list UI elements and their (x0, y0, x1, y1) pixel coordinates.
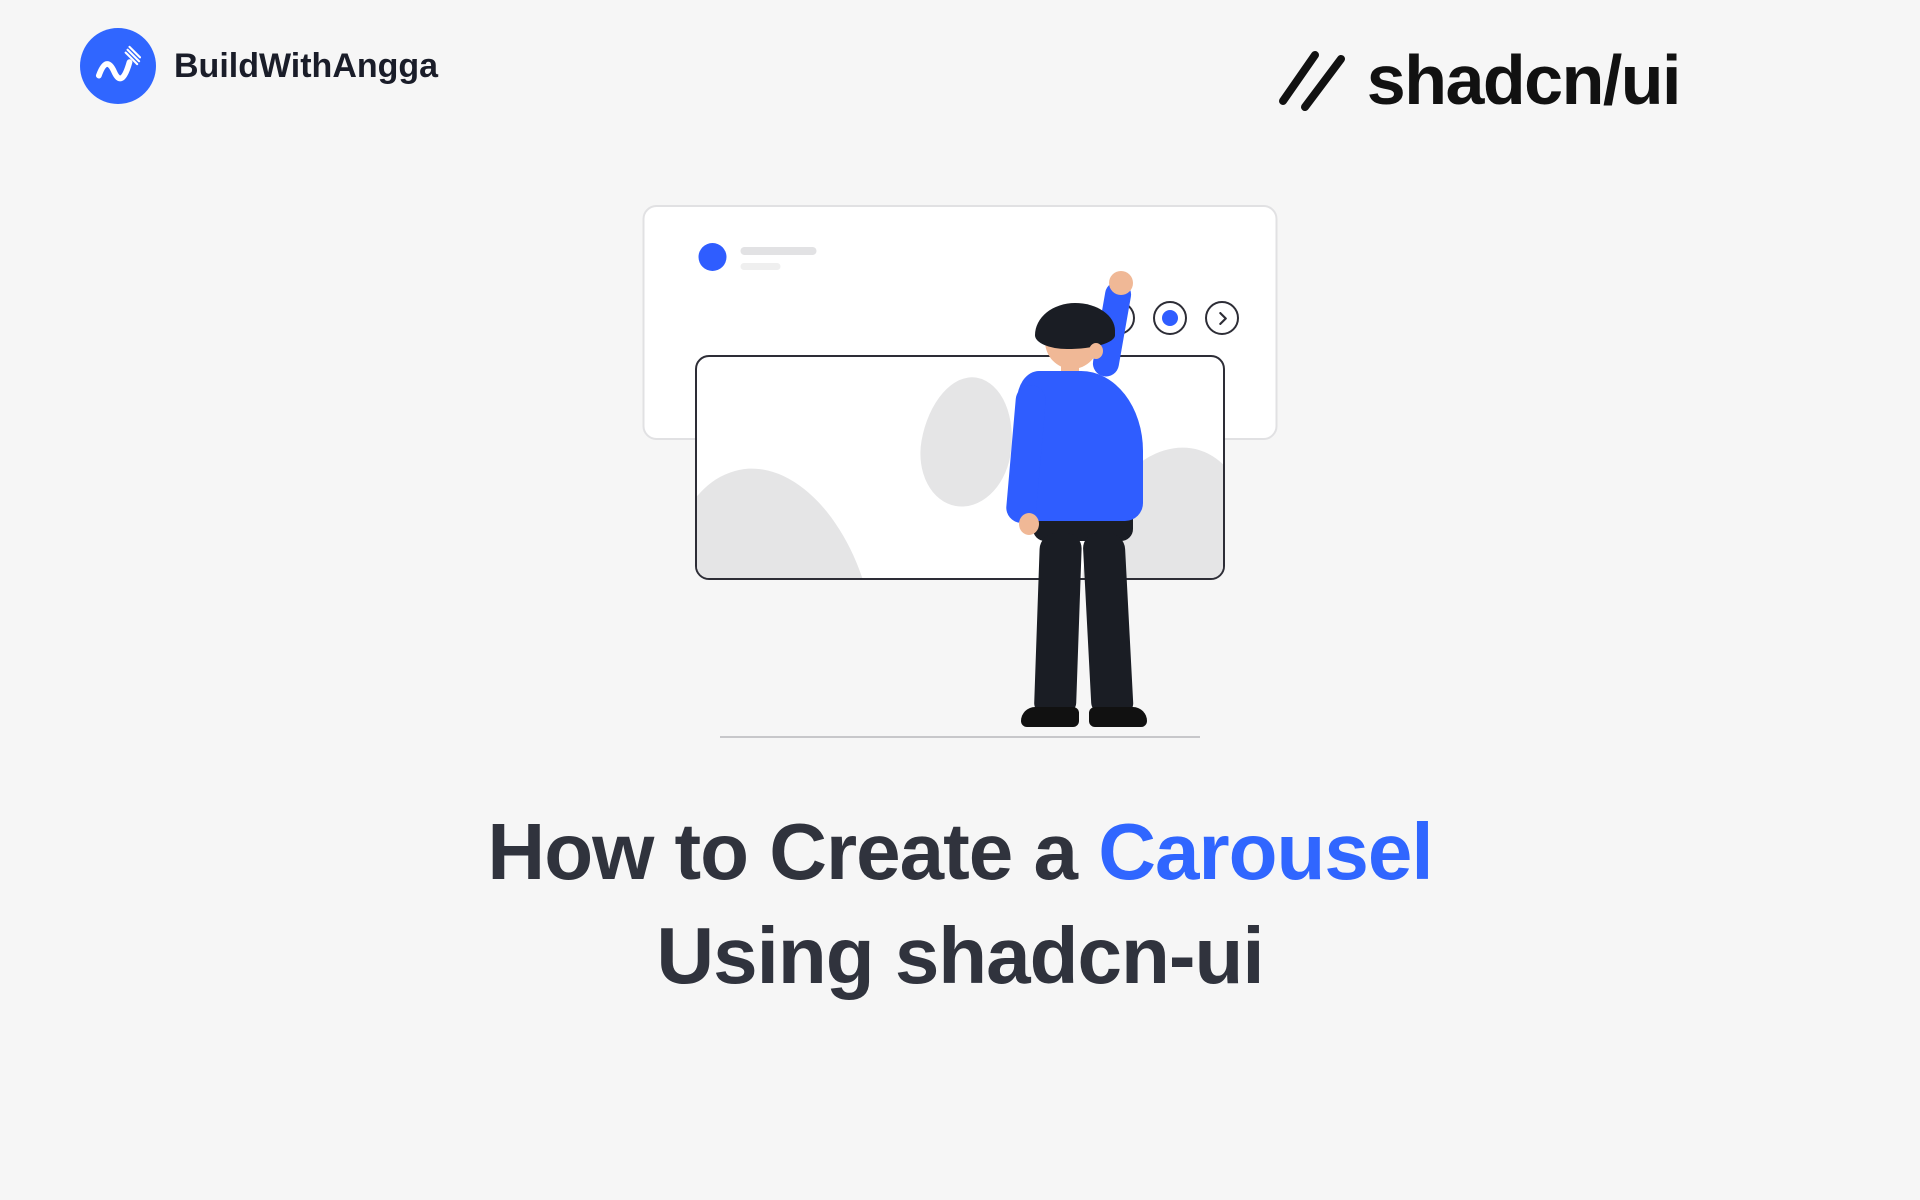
buildwithangga-wordmark: BuildWithAngga (174, 47, 438, 86)
buildwithangga-logo: BuildWithAngga (80, 28, 438, 104)
decorative-blob-icon (695, 449, 893, 580)
title-part1: How to Create a (487, 807, 1098, 896)
placeholder-line (741, 247, 817, 255)
shadcn-mark-icon (1269, 49, 1347, 111)
carousel-next-button[interactable] (1205, 301, 1239, 335)
title-part2: Using shadcn-ui (656, 911, 1263, 1000)
carousel-illustration (635, 205, 1285, 745)
title-accent: Carousel (1098, 807, 1432, 896)
person-illustration-icon (1015, 273, 1195, 733)
shadcn-ui-logo: shadcn/ui (1269, 40, 1680, 120)
buildwithangga-mark-icon (80, 28, 156, 104)
ground-line-icon (720, 736, 1200, 738)
decorative-blob-icon (911, 370, 1022, 514)
placeholder-line (741, 263, 781, 270)
shadcn-wordmark: shadcn/ui (1367, 40, 1680, 120)
page-title: How to Create a Carousel Using shadcn-ui (0, 800, 1920, 1008)
avatar-dot-icon (699, 243, 727, 271)
